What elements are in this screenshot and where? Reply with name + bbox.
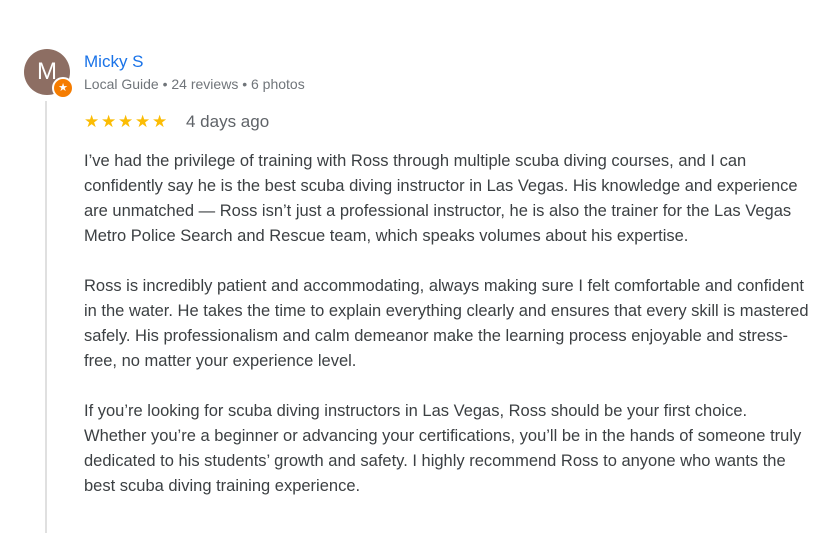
star-rating: ★ ★ ★ ★ ★ <box>84 111 169 133</box>
review-paragraph-2: Ross is incredibly patient and accommoda… <box>84 277 809 370</box>
thread-divider <box>45 101 47 533</box>
review-paragraph-1: I’ve had the privilege of training with … <box>84 152 798 245</box>
star-icon: ★ <box>135 112 151 131</box>
reviewer-name-link[interactable]: Micky S <box>84 52 144 72</box>
review-text: I’ve had the privilege of training with … <box>84 149 812 524</box>
star-icon: ★ <box>118 112 134 131</box>
review-card: M ★ Micky S Local Guide • 24 reviews • 6… <box>0 0 828 537</box>
star-icon: ★ <box>152 112 168 131</box>
local-guide-star-icon: ★ <box>52 77 74 99</box>
review-date: 4 days ago <box>186 112 270 131</box>
avatar-container[interactable]: M ★ <box>24 49 74 99</box>
reviewer-meta[interactable]: Local Guide • 24 reviews • 6 photos <box>84 76 305 92</box>
star-icon: ★ <box>101 112 117 131</box>
review-paragraph-3: If you’re looking for scuba diving instr… <box>84 402 802 495</box>
rating-row: ★ ★ ★ ★ ★ 4 days ago <box>84 111 269 133</box>
star-icon: ★ <box>84 112 100 131</box>
